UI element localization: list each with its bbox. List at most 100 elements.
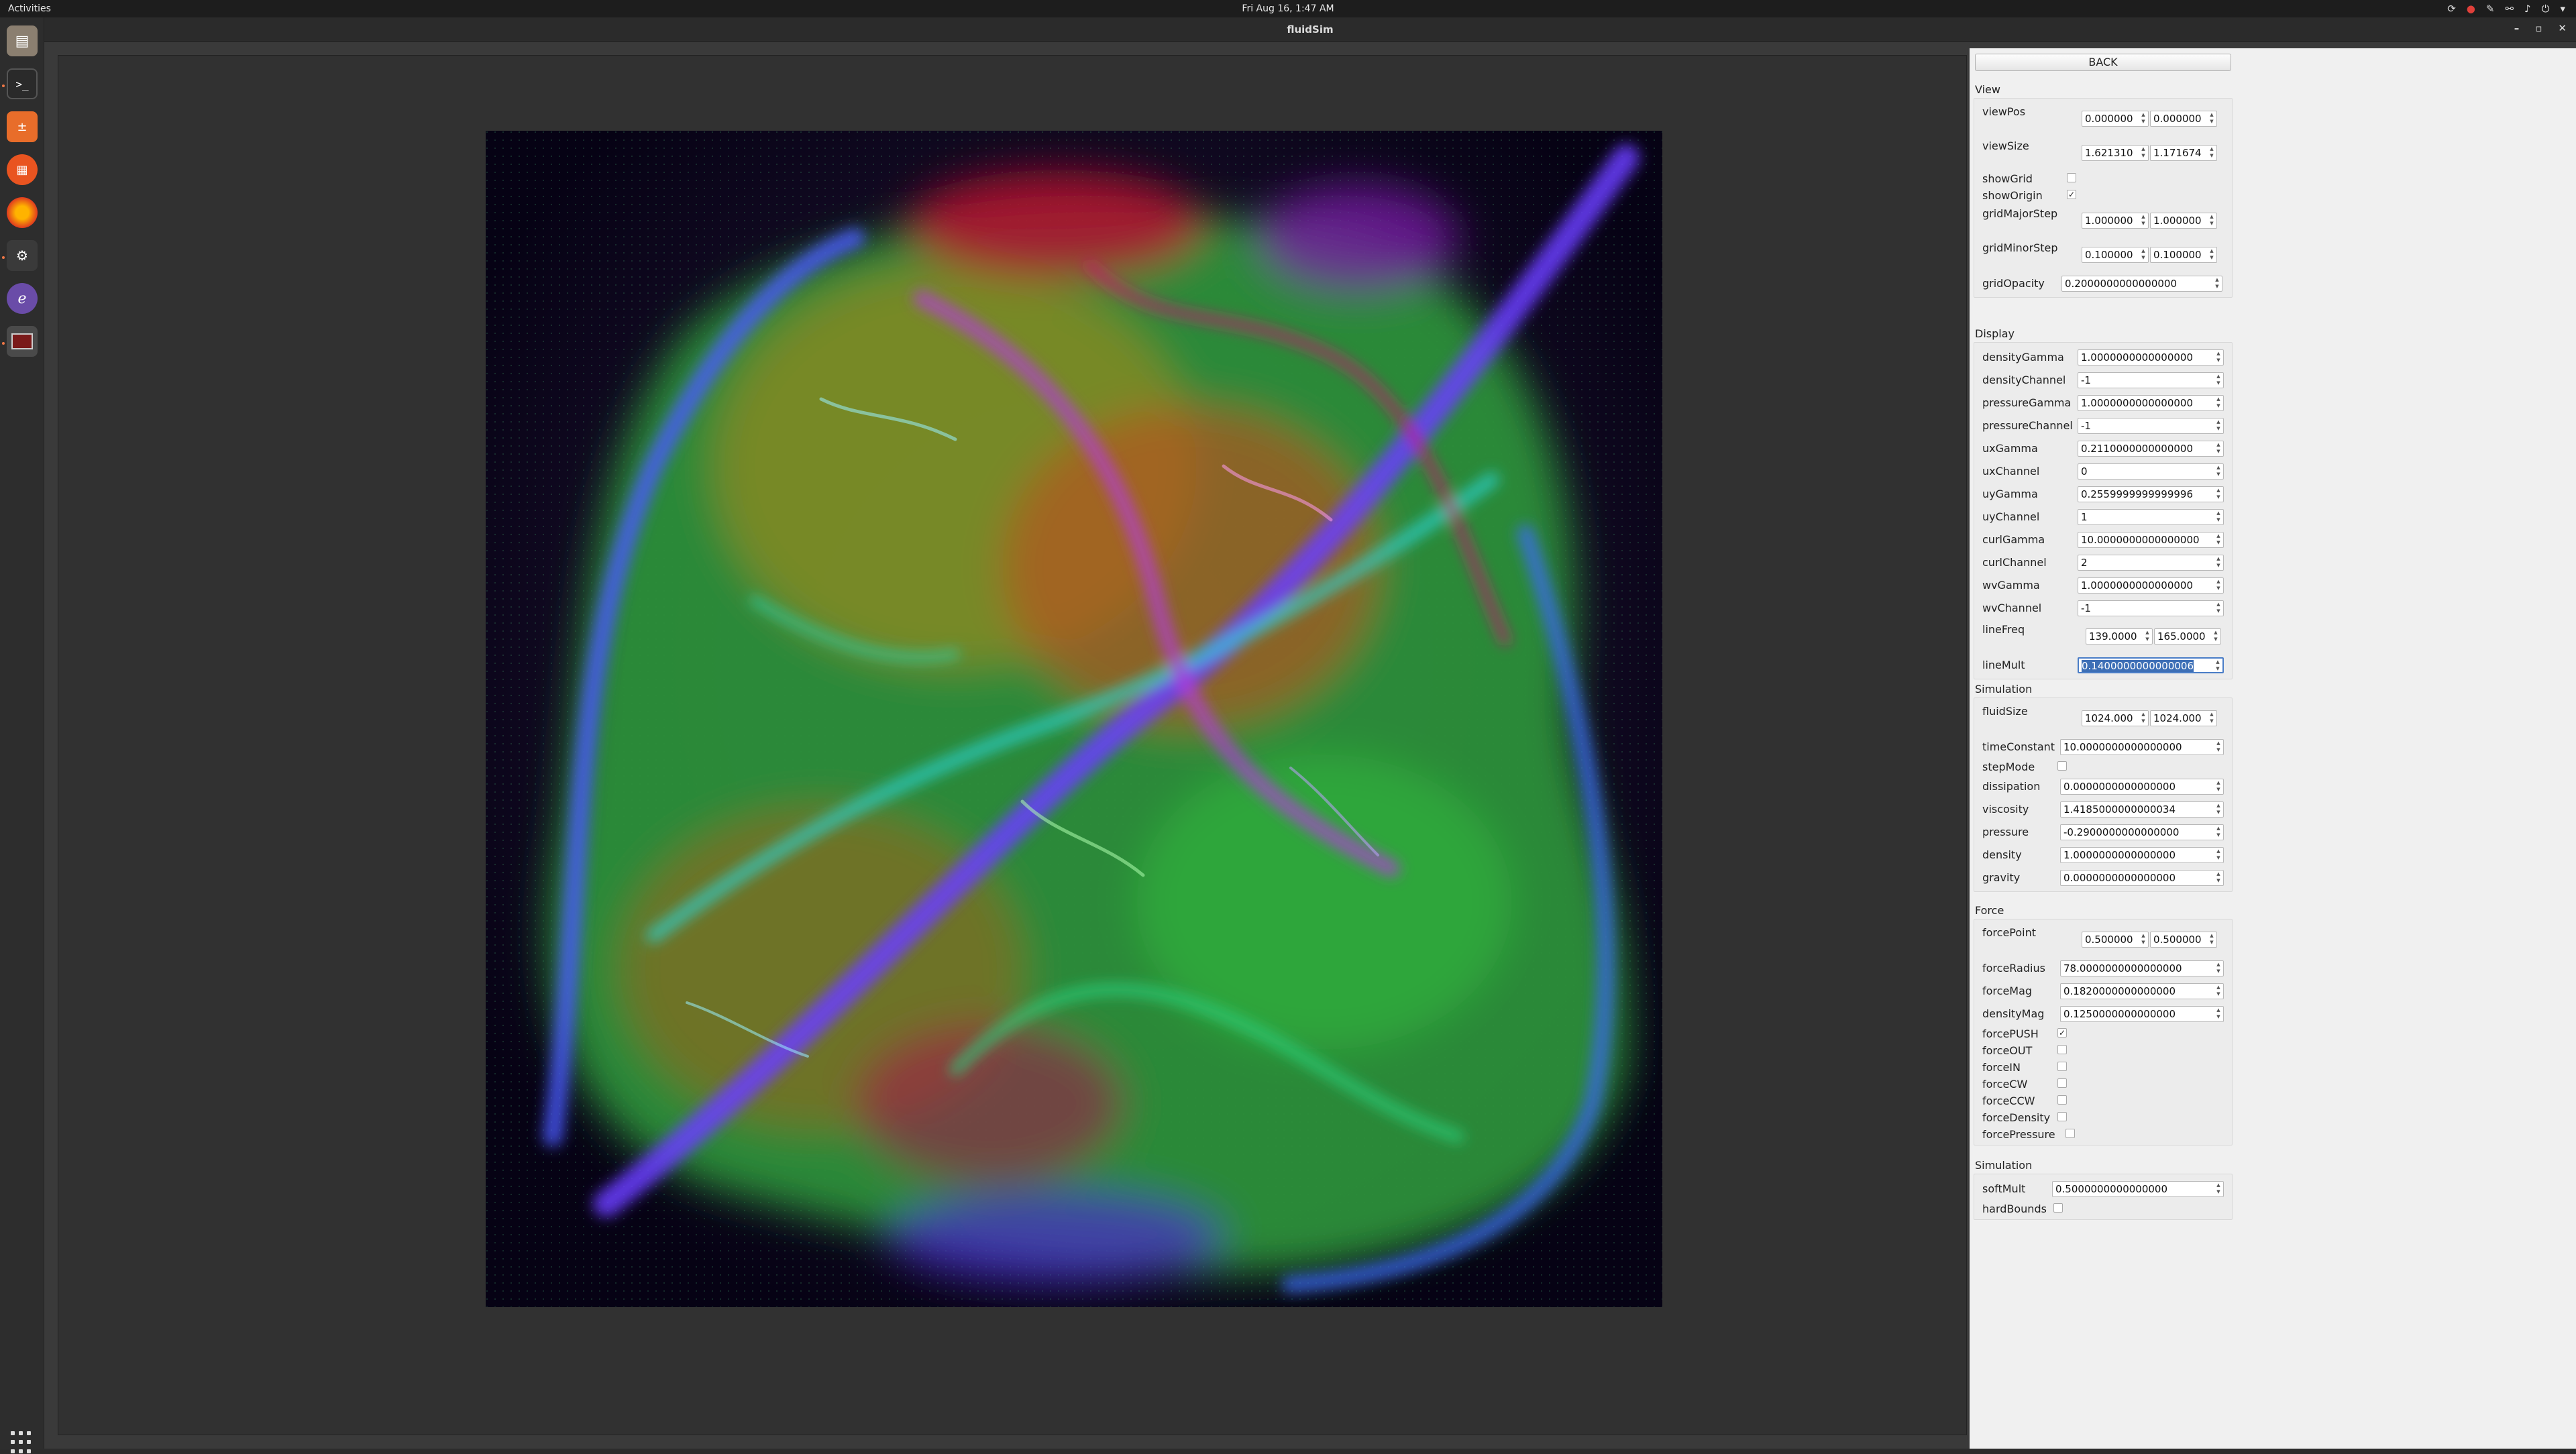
gridmajorstep-x-spinbox[interactable]: 1.000000 ▲ ▼ (2082, 213, 2149, 229)
densitymag-spinbox[interactable]: 0.1250000000000000 ▲ ▼ (2060, 1006, 2224, 1022)
gridmajorstep-label: gridMajorStep (1982, 207, 2058, 220)
uxchannel-spinbox[interactable]: 0 ▲ ▼ (2078, 463, 2224, 480)
maximize-icon[interactable]: ▫ (2535, 22, 2542, 34)
showorigin-checkbox[interactable]: ✓ (2067, 190, 2076, 199)
notification-icon[interactable]: ● (2467, 3, 2475, 15)
forceout-checkbox[interactable] (2057, 1045, 2067, 1054)
viewpos-y-spinbox[interactable]: 0.000000 ▲ ▼ (2150, 111, 2217, 127)
fluidsim-icon[interactable] (7, 326, 38, 357)
gravity-row: gravity 0.0000000000000000 ▲ ▼ (1974, 866, 2232, 889)
show-applications-icon[interactable] (11, 1431, 34, 1454)
forcemag-label: forceMag (1982, 985, 2033, 997)
app-indicator-icon[interactable]: ✎ (2486, 3, 2495, 15)
softmult-spinbox[interactable]: 0.5000000000000000 ▲ ▼ (2052, 1181, 2224, 1197)
stepmode-checkbox[interactable] (2057, 761, 2067, 771)
fluidsize-x-spinbox[interactable]: 1024.000 ▲ ▼ (2082, 710, 2149, 726)
system-monitor-icon[interactable]: ⚙ (7, 240, 38, 271)
volume-icon[interactable]: ♪ (2524, 3, 2531, 15)
timeconstant-row: timeConstant 10.0000000000000000 ▲ ▼ (1974, 735, 2232, 758)
showorigin-label: showOrigin (1982, 189, 2043, 202)
uxgamma-row: uxGamma 0.2110000000000000 ▲ ▼ (1974, 437, 2232, 459)
densitygamma-spinbox[interactable]: 1.0000000000000000 ▲ ▼ (2078, 349, 2224, 366)
title-bar[interactable]: fluidSim – ▫ ✕ (44, 17, 2576, 42)
viewpos-label: viewPos (1982, 105, 2026, 118)
clock[interactable]: Fri Aug 16, 1:47 AM (0, 3, 2576, 14)
forceccw-checkbox[interactable] (2057, 1095, 2067, 1105)
power-icon[interactable]: ⏻ (2542, 3, 2550, 15)
forcecw-checkbox[interactable] (2057, 1078, 2067, 1088)
update-icon[interactable]: ⟳ (2447, 3, 2456, 15)
curlgamma-spinbox[interactable]: 10.0000000000000000 ▲ ▼ (2078, 532, 2224, 548)
density-spinbox[interactable]: 1.0000000000000000 ▲ ▼ (2060, 847, 2224, 863)
forcemag-spinbox[interactable]: 0.1820000000000000 ▲ ▼ (2060, 983, 2224, 999)
densitychannel-label: densityChannel (1982, 374, 2066, 386)
gridopacity-row: gridOpacity 0.2000000000000000 ▲ ▼ (1974, 272, 2232, 294)
hardbounds-checkbox[interactable] (2053, 1203, 2063, 1213)
gridminorstep-y-spinbox[interactable]: 0.100000 ▲ ▼ (2150, 247, 2217, 263)
curlchannel-spinbox[interactable]: 2 ▲ ▼ (2078, 555, 2224, 571)
dock: ▤ >_ ± ▦ ⚙ ℯ (0, 17, 44, 1453)
fluidsize-y-spinbox[interactable]: 1024.000 ▲ ▼ (2150, 710, 2217, 726)
pressuregamma-label: pressureGamma (1982, 396, 2072, 409)
gravity-label: gravity (1982, 871, 2021, 884)
timeconstant-spinbox[interactable]: 10.0000000000000000 ▲ ▼ (2060, 739, 2224, 755)
viewsize-y-spinbox[interactable]: 1.171674 ▲ ▼ (2150, 145, 2217, 161)
pressuregamma-spinbox[interactable]: 1.0000000000000000 ▲ ▼ (2078, 395, 2224, 411)
forcecw-row: forceCW (1974, 1075, 2232, 1092)
forcepressure-checkbox[interactable] (2065, 1129, 2075, 1138)
uychannel-spinbox[interactable]: 1 ▲ ▼ (2078, 509, 2224, 525)
forcepoint-y-spinbox[interactable]: 0.500000 ▲ ▼ (2150, 932, 2217, 948)
close-icon[interactable]: ✕ (2558, 22, 2567, 34)
forcedensity-row: forceDensity (1974, 1109, 2232, 1125)
emacs-icon[interactable]: ℯ (7, 283, 38, 314)
curlgamma-label: curlGamma (1982, 533, 2045, 546)
viscosity-label: viscosity (1982, 803, 2029, 816)
linefreq-y-spinbox[interactable]: 165.0000 ▲ ▼ (2154, 628, 2221, 645)
forceccw-row: forceCCW (1974, 1092, 2232, 1109)
firefox-icon[interactable] (7, 197, 38, 228)
back-button[interactable]: BACK (1975, 54, 2231, 71)
pressurechannel-spinbox[interactable]: -1 ▲ ▼ (2078, 418, 2224, 434)
forcedensity-checkbox[interactable] (2057, 1112, 2067, 1121)
linefreq-x-spinbox[interactable]: 139.0000 ▲ ▼ (2086, 628, 2153, 645)
calculator-icon[interactable]: ± (7, 111, 38, 142)
viscosity-spinbox[interactable]: 1.4185000000000034 ▲ ▼ (2060, 801, 2224, 818)
gridopacity-spinbox[interactable]: 0.2000000000000000 ▲ ▼ (2061, 276, 2222, 292)
wvgamma-spinbox[interactable]: 1.0000000000000000 ▲ ▼ (2078, 577, 2224, 594)
uygamma-label: uyGamma (1982, 488, 2038, 500)
gravity-spinbox[interactable]: 0.0000000000000000 ▲ ▼ (2060, 870, 2224, 886)
viewpos-x-spinbox[interactable]: 0.000000 ▲ ▼ (2082, 111, 2149, 127)
gridminorstep-x-spinbox[interactable]: 0.100000 ▲ ▼ (2082, 247, 2149, 263)
minimize-icon[interactable]: – (2514, 22, 2520, 34)
pressure-spinbox[interactable]: -0.2900000000000000 ▲ ▼ (2060, 824, 2224, 840)
chevron-down-icon[interactable]: ▾ (2560, 3, 2565, 15)
system-tray[interactable]: ⟳ ● ✎ ⚯ ♪ ⏻ ▾ (2447, 3, 2565, 15)
forceradius-spinbox[interactable]: 78.0000000000000000 ▲ ▼ (2060, 960, 2224, 976)
dissipation-spinbox[interactable]: 0.0000000000000000 ▲ ▼ (2060, 779, 2224, 795)
running-indicator (2, 342, 5, 345)
viscosity-row: viscosity 1.4185000000000034 ▲ ▼ (1974, 797, 2232, 820)
showgrid-checkbox[interactable] (2067, 173, 2076, 182)
simulation-bounds-section: Simulation softMult 0.5000000000000000 ▲ ▼ … (1974, 1159, 2233, 1220)
terminal-icon[interactable]: >_ (7, 68, 38, 99)
uxgamma-spinbox[interactable]: 0.2110000000000000 ▲ ▼ (2078, 441, 2224, 457)
gridmajorstep-y-spinbox[interactable]: 1.000000 ▲ ▼ (2150, 213, 2217, 229)
densitychannel-spinbox[interactable]: -1 ▲ ▼ (2078, 372, 2224, 388)
pressure-label: pressure (1982, 826, 2029, 838)
wvchannel-spinbox[interactable]: -1 ▲ ▼ (2078, 600, 2224, 616)
viewpos-row: viewPos 0.000000 ▲ ▼ 0.000000 ▲ ▼ (1974, 101, 2232, 135)
network-icon[interactable]: ⚯ (2505, 3, 2514, 15)
uygamma-spinbox[interactable]: 0.2559999999999996 ▲ ▼ (2078, 486, 2224, 502)
linemult-spinbox[interactable]: 0.1400000000000006 ▲ ▼ (2078, 657, 2224, 673)
files-icon[interactable]: ▤ (7, 25, 38, 56)
fluid-render-canvas[interactable] (486, 131, 1662, 1307)
ubuntu-software-icon[interactable]: ▦ (7, 154, 38, 185)
simulation-section: Simulation fluidSize 1024.000 ▲ ▼ 1024.000… (1974, 683, 2233, 892)
forcein-row: forceIN (1974, 1058, 2232, 1075)
forcepush-checkbox[interactable]: ✓ (2057, 1028, 2067, 1038)
gridminorstep-label: gridMinorStep (1982, 241, 2058, 254)
simulation-viewport[interactable] (58, 55, 1967, 1435)
forcein-checkbox[interactable] (2057, 1062, 2067, 1071)
viewsize-x-spinbox[interactable]: 1.621310 ▲ ▼ (2082, 145, 2149, 161)
forcepoint-x-spinbox[interactable]: 0.500000 ▲ ▼ (2082, 932, 2149, 948)
